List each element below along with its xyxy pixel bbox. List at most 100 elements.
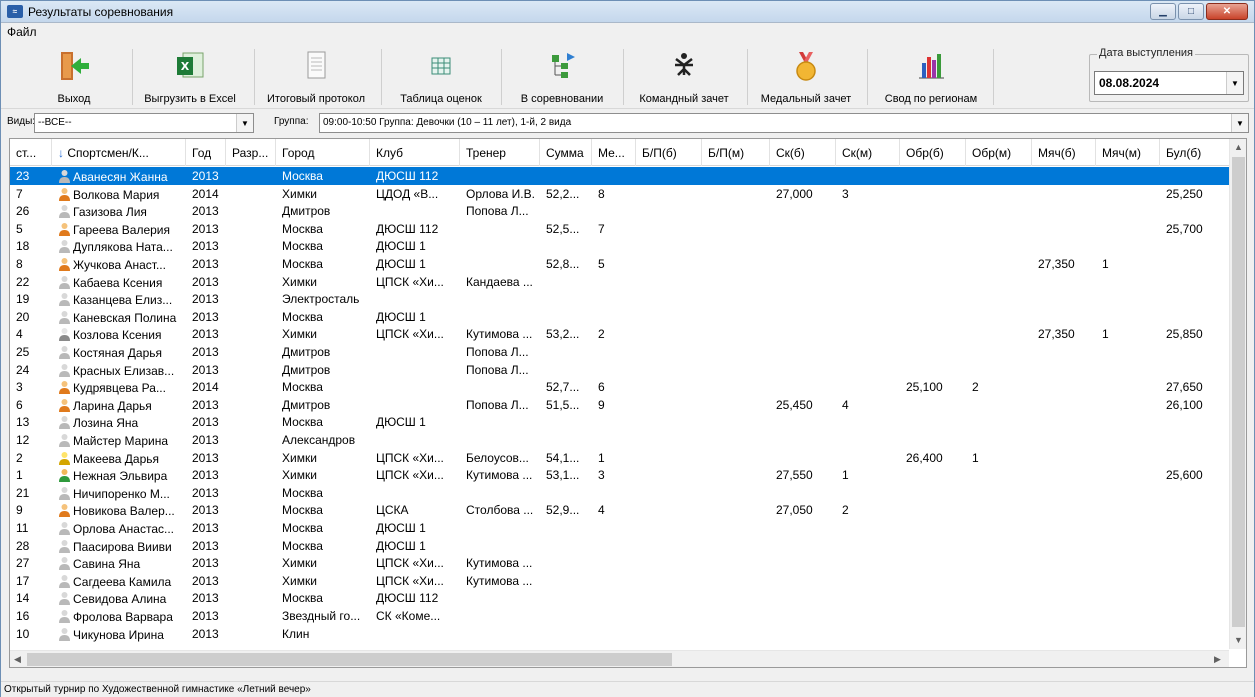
cell-club: ДЮСШ 112: [376, 169, 439, 183]
cell-bul-b: [1160, 255, 1230, 273]
exit-button[interactable]: Выход: [41, 49, 107, 107]
table-row[interactable]: 21 Ничипоренко М... 2013 Москва: [10, 484, 1230, 502]
header-col-athlete[interactable]: ↓ Спортсмен/К...: [52, 139, 186, 166]
table-row[interactable]: 19 Казанцева Елиз... 2013 Электросталь: [10, 290, 1230, 308]
table-row[interactable]: 23 Аванесян Жанна 2013 Москва ДЮСШ 112: [10, 167, 1230, 185]
cell-obr-b: [900, 413, 966, 431]
table-row[interactable]: 28 Паасирова Вииви 2013 Москва ДЮСШ 1: [10, 537, 1230, 555]
cell-sum: [540, 625, 592, 643]
table-row[interactable]: 3 Кудрявцева Ра... 2014 Москва 52,7... 6 25,10…: [10, 378, 1230, 396]
table-row[interactable]: 8 Жучкова Анаст... 2013 Москва ДЮСШ 1 52,8...…: [10, 255, 1230, 273]
cell-bul-b: 25,850: [1166, 327, 1203, 342]
regions-summary-button[interactable]: Свод по регионам: [871, 49, 991, 107]
table-row[interactable]: 27 Савина Яна 2013 Химки ЦПСК «Хи... Кутимова…: [10, 554, 1230, 572]
horizontal-scrollbar[interactable]: ◀ ▶: [10, 650, 1229, 667]
date-select[interactable]: 08.08.2024 ▼: [1094, 71, 1244, 95]
cell-ball-b: [1032, 378, 1096, 396]
header-col-bp-b[interactable]: Б/П(б): [636, 139, 702, 166]
header-col-club[interactable]: Клуб: [370, 139, 460, 166]
header-col-place[interactable]: Ме...: [592, 139, 636, 166]
chevron-down-icon[interactable]: ▼: [1226, 72, 1243, 94]
cell-sk-b: [770, 449, 836, 467]
cell-bp-b: [636, 325, 702, 343]
table-row[interactable]: 4 Козлова Ксения 2013 Химки ЦПСК «Хи... Кутим…: [10, 325, 1230, 343]
chevron-down-icon[interactable]: ▼: [236, 114, 253, 132]
table-row[interactable]: 20 Каневская Полина 2013 Москва ДЮСШ 1: [10, 308, 1230, 326]
table-row[interactable]: 18 Дуплякова Ната... 2013 Москва ДЮСШ 1: [10, 237, 1230, 255]
table-row[interactable]: 6 Ларина Дарья 2013 Дмитров Попова Л... 51,5.…: [10, 396, 1230, 414]
header-col-sk-m[interactable]: Ск(м): [836, 139, 900, 166]
header-col-ball-b[interactable]: Мяч(б): [1032, 139, 1096, 166]
table-row[interactable]: 16 Фролова Варвара 2013 Звездный го... СК «К…: [10, 607, 1230, 625]
table-row[interactable]: 5 Гареева Валерия 2013 Москва ДЮСШ 112 52,5..…: [10, 220, 1230, 238]
table-row[interactable]: 9 Новикова Валер... 2013 Москва ЦСКА Столбова…: [10, 501, 1230, 519]
cell-sum: [540, 167, 592, 185]
table-row[interactable]: 17 Сагдеева Камила 2013 Химки ЦПСК «Хи... Кут…: [10, 572, 1230, 590]
cell-place: [592, 361, 636, 379]
table-row[interactable]: 22 Кабаева Ксения 2013 Химки ЦПСК «Хи... Канд…: [10, 273, 1230, 291]
table-row[interactable]: 7 Волкова Мария 2014 Химки ЦДОД «В... Орлова …: [10, 185, 1230, 203]
cell-year: 2013: [192, 292, 219, 307]
table-row[interactable]: 14 Севидова Алина 2013 Москва ДЮСШ 112: [10, 589, 1230, 607]
header-col-coach[interactable]: Тренер: [460, 139, 540, 166]
header-col-city[interactable]: Город: [276, 139, 370, 166]
table-row[interactable]: 24 Красных Елизав... 2013 Дмитров Попова Л..…: [10, 361, 1230, 379]
cell-sum: [540, 343, 592, 361]
scroll-up-icon[interactable]: ▲: [1234, 142, 1243, 152]
maximize-button[interactable]: □: [1178, 3, 1204, 20]
horizontal-scroll-thumb[interactable]: [27, 653, 672, 666]
table-row[interactable]: 2 Макеева Дарья 2013 Химки ЦПСК «Хи... Белоус…: [10, 449, 1230, 467]
table-row[interactable]: 10 Чикунова Ирина 2013 Клин: [10, 625, 1230, 643]
athlete-avatar-icon: [59, 381, 70, 395]
table-row[interactable]: 12 Майстер Марина 2013 Александров: [10, 431, 1230, 449]
types-select[interactable]: --ВСЕ-- ▼: [34, 113, 254, 133]
cell-ball-b: [1032, 343, 1096, 361]
cell-place: 9: [598, 397, 605, 412]
header-col-obr-m[interactable]: Обр(м): [966, 139, 1032, 166]
scroll-left-icon[interactable]: ◀: [14, 654, 21, 665]
athlete-name: Ничипоренко М...: [73, 486, 170, 501]
athlete-name: Савина Яна: [73, 557, 141, 572]
table-row[interactable]: 26 Газизова Лия 2013 Дмитров Попова Л...: [10, 202, 1230, 220]
minimize-button[interactable]: ▁: [1150, 3, 1176, 20]
vertical-scrollbar[interactable]: ▲ ▼: [1229, 139, 1246, 649]
tree-arrow-icon: [552, 53, 575, 78]
final-protocol-button[interactable]: Итоговый протокол: [257, 49, 375, 107]
cell-coach: [460, 220, 540, 238]
group-select[interactable]: 09:00-10:50 Группа: Девочки (10 – 11 лет…: [319, 113, 1249, 133]
medal-standings-button[interactable]: Медальный зачет: [751, 49, 861, 107]
table-row[interactable]: 13 Лозина Яна 2013 Москва ДЮСШ 1: [10, 413, 1230, 431]
cell-bp-m: [702, 589, 770, 607]
table-row[interactable]: 1 Нежная Эльвира 2013 Химки ЦПСК «Хи... Кутим…: [10, 466, 1230, 484]
cell-place: [592, 537, 636, 555]
scroll-down-icon[interactable]: ▼: [1234, 635, 1243, 645]
cell-obr-b: [900, 325, 966, 343]
header-col-bp-m[interactable]: Б/П(м): [702, 139, 770, 166]
cell-coach: [460, 484, 540, 502]
table-row[interactable]: 25 Костяная Дарья 2013 Дмитров Попова Л...: [10, 343, 1230, 361]
header-col-obr-b[interactable]: Обр(б): [900, 139, 966, 166]
cell-city: Дмитров: [282, 362, 331, 377]
header-col-start-num[interactable]: ст...: [10, 139, 52, 166]
cell-start-num: 9: [16, 503, 23, 518]
header-col-bul-b[interactable]: Бул(б): [1160, 139, 1230, 166]
close-button[interactable]: ✕: [1206, 3, 1248, 20]
header-col-sum[interactable]: Сумма: [540, 139, 592, 166]
athlete-avatar-icon: [59, 610, 70, 623]
excel-export-button[interactable]: X Выгрузить в Excel: [134, 49, 246, 107]
table-row[interactable]: 11 Орлова Анастас... 2013 Москва ДЮСШ 1: [10, 519, 1230, 537]
header-col-sk-b[interactable]: Ск(б): [770, 139, 836, 166]
team-standings-button[interactable]: Командный зачет: [627, 49, 741, 107]
vertical-scroll-thumb[interactable]: [1232, 157, 1245, 627]
header-col-ball-m[interactable]: Мяч(м): [1096, 139, 1160, 166]
scroll-right-icon[interactable]: ▶: [1214, 654, 1221, 665]
header-col-year[interactable]: Год: [186, 139, 226, 166]
header-col-rank[interactable]: Разр...: [226, 139, 276, 166]
cell-year: 2013: [192, 485, 219, 500]
in-competition-button[interactable]: В соревновании: [505, 49, 619, 107]
cell-rank: [226, 290, 276, 308]
menu-file[interactable]: Файл: [7, 25, 37, 39]
chevron-down-icon[interactable]: ▼: [1231, 114, 1248, 132]
cell-year: 2013: [192, 503, 219, 518]
scores-table-button[interactable]: Таблица оценок: [385, 49, 497, 107]
